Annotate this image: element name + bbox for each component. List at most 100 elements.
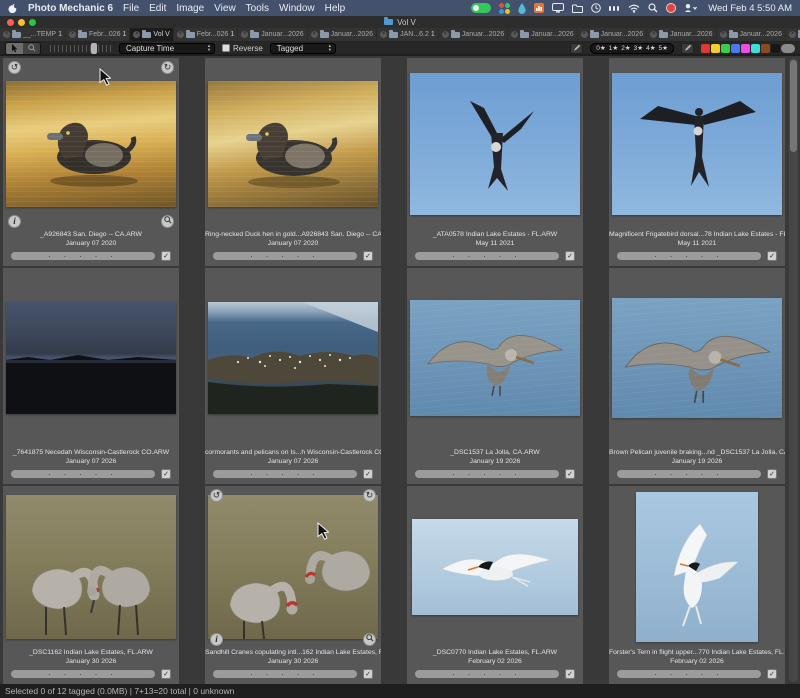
app-menu-title[interactable]: Photo Mechanic 6	[28, 3, 113, 14]
photo-thumbnail-pelican-arw[interactable]	[410, 300, 580, 416]
keyboard-brightness-icon[interactable]	[609, 2, 620, 14]
photo-cell-10[interactable]: ↺ ↻ i Sandhill Cranes copulating intl...…	[205, 486, 381, 684]
star-filter-4[interactable]: 4★	[646, 44, 655, 52]
slider-handle[interactable]	[91, 43, 97, 54]
rating-applicator-icon[interactable]	[570, 43, 583, 54]
battery-icon[interactable]	[471, 3, 491, 13]
color-class-red[interactable]	[701, 44, 710, 53]
loupe-button[interactable]	[161, 215, 174, 228]
rotate-cw-button[interactable]: ↻	[161, 61, 174, 74]
folder-tab[interactable]: ×Januar...2026	[238, 28, 307, 41]
rating-bar[interactable]: · · · · ·	[415, 470, 559, 478]
tag-checkbox[interactable]: ✓	[565, 669, 575, 679]
vertical-scrollbar[interactable]	[789, 58, 798, 682]
menu-tools[interactable]: Tools	[246, 3, 269, 14]
star-filter-3[interactable]: 3★	[634, 44, 643, 52]
photo-thumbnail-landscape[interactable]	[6, 302, 176, 414]
star-filter-0[interactable]: 0★	[596, 44, 605, 52]
close-tab-icon[interactable]: ×	[650, 31, 657, 38]
info-button[interactable]: i	[8, 215, 21, 228]
tag-checkbox[interactable]: ✓	[565, 469, 575, 479]
color-class-magenta[interactable]	[741, 44, 750, 53]
menu-help[interactable]: Help	[325, 3, 346, 14]
folder-tab[interactable]: ×__...TEMP1	[0, 28, 66, 41]
arrow-tool-button[interactable]	[6, 43, 23, 54]
folder-tab[interactable]: ×Febr...0261	[174, 28, 238, 41]
zoom-window-button[interactable]	[29, 19, 36, 26]
folder-tab[interactable]: ×Januar...2026	[439, 28, 508, 41]
photo-cell-3[interactable]: _ATA0578 Indian Lake Estates - FL.ARW Ma…	[407, 58, 583, 266]
color-class-green[interactable]	[721, 44, 730, 53]
rating-bar[interactable]: · · · · ·	[213, 252, 357, 260]
close-tab-icon[interactable]: ×	[511, 31, 518, 38]
tag-checkbox[interactable]: ✓	[363, 251, 373, 261]
photo-cell-7[interactable]: _DSC1537 La Jolla, CA.ARW January 19 202…	[407, 268, 583, 484]
thumbnail-size-slider[interactable]	[50, 44, 112, 53]
photo-thumbnail-pelican-tif[interactable]	[612, 298, 782, 418]
menu-file[interactable]: File	[123, 3, 139, 14]
photo-cell-12[interactable]: Forster's Tern in flight upper...770 Ind…	[609, 486, 785, 684]
tag-checkbox[interactable]: ✓	[565, 251, 575, 261]
folder-tab[interactable]: ×Febr...0261	[66, 28, 130, 41]
tag-checkbox[interactable]: ✓	[161, 669, 171, 679]
tag-checkbox[interactable]: ✓	[161, 469, 171, 479]
folder-tab[interactable]: ×Januar...2026	[508, 28, 577, 41]
rotate-ccw-button[interactable]: ↺	[8, 61, 21, 74]
folder-tab[interactable]: ×Januar...2026	[308, 28, 377, 41]
rotate-cw-button[interactable]: ↻	[363, 489, 376, 502]
close-tab-icon[interactable]: ×	[3, 31, 10, 38]
tag-checkbox[interactable]: ✓	[363, 669, 373, 679]
close-window-button[interactable]	[7, 19, 14, 26]
close-tab-icon[interactable]: ×	[177, 31, 184, 38]
wifi-icon[interactable]	[628, 2, 640, 14]
photo-cell-2[interactable]: Ring-necked Duck hen in gold...A926843 S…	[205, 58, 381, 266]
menu-image[interactable]: Image	[176, 3, 204, 14]
close-tab-icon[interactable]: ×	[720, 31, 727, 38]
folder-tab[interactable]: ×JAN...6.21	[377, 28, 439, 41]
color-palette-icon[interactable]	[499, 3, 510, 14]
color-class-black[interactable]	[771, 44, 780, 53]
folder-tab[interactable]: ×Januar...1.2026	[786, 28, 800, 41]
notification-badge-icon[interactable]	[666, 3, 676, 13]
close-tab-icon[interactable]: ×	[581, 31, 588, 38]
folder-tab[interactable]: ×Januar...2026	[717, 28, 786, 41]
color-applicator-icon[interactable]	[681, 43, 694, 54]
sort-order-select[interactable]: Capture Time ▲▼	[119, 43, 215, 54]
photo-thumbnail-tern-tif[interactable]	[636, 492, 758, 642]
checkbox-box[interactable]	[222, 44, 230, 52]
photo-thumbnail-duck-arw[interactable]	[6, 81, 176, 207]
tag-checkbox[interactable]: ✓	[767, 469, 777, 479]
rating-bar[interactable]: · · · · ·	[213, 670, 357, 678]
rating-bar[interactable]: · · · · ·	[11, 470, 155, 478]
color-class-cyan[interactable]	[751, 44, 760, 53]
minimize-window-button[interactable]	[18, 19, 25, 26]
display-icon[interactable]	[552, 2, 564, 14]
clock-status-icon[interactable]	[591, 2, 601, 14]
loupe-button[interactable]	[363, 633, 376, 646]
photo-cell-9[interactable]: _DSC1162 Indian Lake Estates, FL.ARW Jan…	[3, 486, 179, 684]
reverse-checkbox[interactable]: Reverse	[222, 44, 263, 53]
close-tab-icon[interactable]: ×	[311, 31, 318, 38]
rating-bar[interactable]: · · · · ·	[11, 252, 155, 260]
screentime-icon[interactable]	[534, 2, 544, 14]
rating-bar[interactable]: · · · · ·	[617, 252, 761, 260]
menu-clock[interactable]: Wed Feb 4 5:50 AM	[708, 3, 792, 14]
close-tab-icon[interactable]: ×	[69, 31, 76, 38]
folder-tab-active[interactable]: ×Vol V	[130, 28, 173, 41]
rating-bar[interactable]: · · · · ·	[617, 470, 761, 478]
menu-view[interactable]: View	[214, 3, 236, 14]
close-tab-icon[interactable]: ×	[380, 31, 387, 38]
photo-thumbnail-tern-arw[interactable]	[412, 519, 578, 615]
tag-checkbox[interactable]: ✓	[363, 469, 373, 479]
photo-thumbnail-duck-tif[interactable]	[208, 81, 378, 207]
tag-checkbox[interactable]: ✓	[767, 251, 777, 261]
color-class-brown[interactable]	[761, 44, 770, 53]
close-tab-icon[interactable]: ×	[789, 31, 796, 38]
photo-thumbnail-colony[interactable]	[208, 302, 378, 414]
menu-window[interactable]: Window	[279, 3, 315, 14]
photo-cell-5[interactable]: _7641875 Necedah Wisconsin-Castlerock CO…	[3, 268, 179, 484]
color-class-none[interactable]	[781, 44, 795, 53]
tag-checkbox[interactable]: ✓	[767, 669, 777, 679]
user-switch-icon[interactable]	[684, 2, 698, 14]
photo-cell-1[interactable]: ↺ ↻ i _A926843 San. Diego -- CA.ARW Janu…	[3, 58, 179, 266]
